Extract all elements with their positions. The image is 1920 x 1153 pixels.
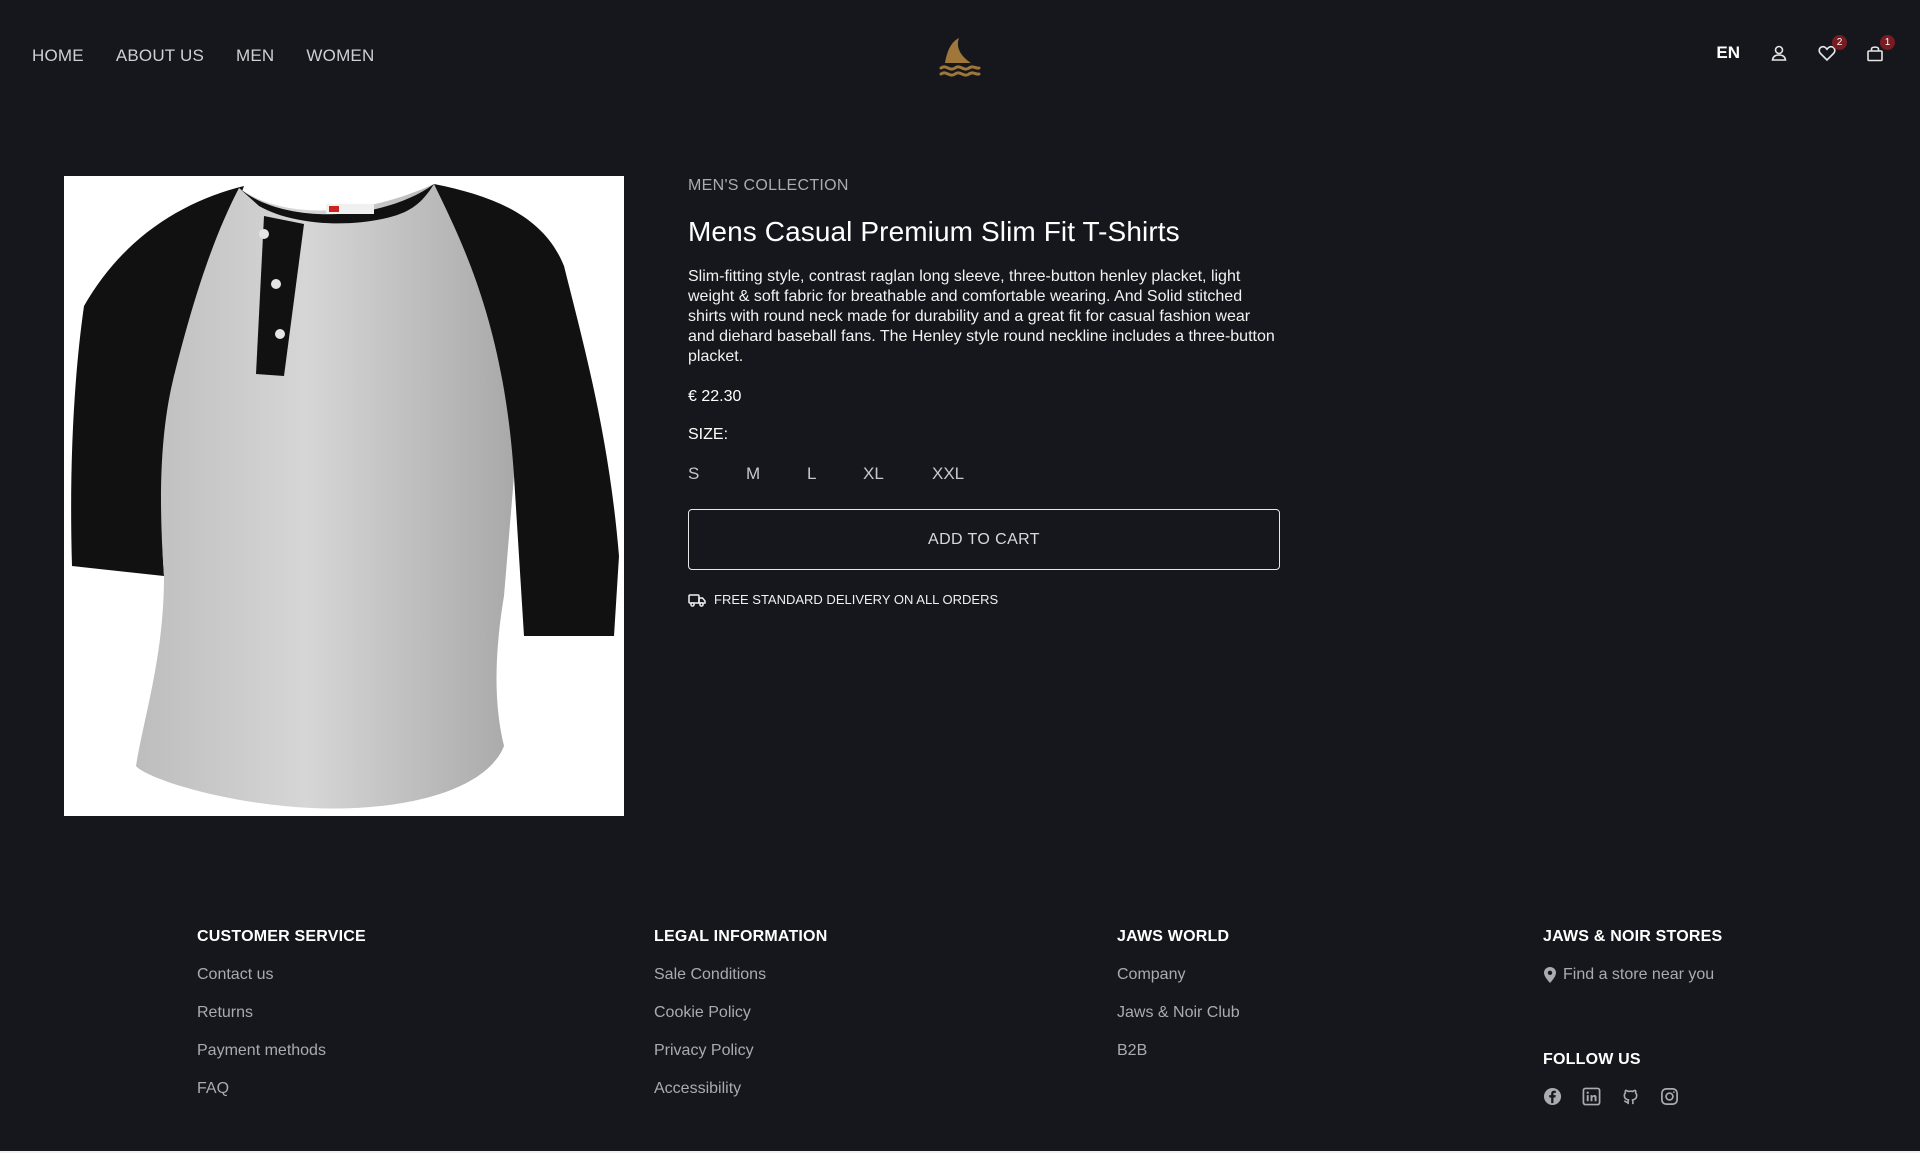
size-option-s[interactable]: S xyxy=(688,464,746,484)
product-info: MEN'S COLLECTION Mens Casual Premium Sli… xyxy=(688,176,1280,607)
product-image xyxy=(64,176,624,816)
nav-home[interactable]: HOME xyxy=(32,46,84,66)
footer-link-jaws-noir-club[interactable]: Jaws & Noir Club xyxy=(1117,1004,1240,1022)
wishlist-heart-icon[interactable]: 2 xyxy=(1816,35,1847,64)
footer-link-contact-us[interactable]: Contact us xyxy=(197,966,366,984)
site-footer: CUSTOMER SERVICE Contact us Returns Paym… xyxy=(0,928,1920,1153)
footer-customer-service: CUSTOMER SERVICE Contact us Returns Paym… xyxy=(197,928,366,1118)
find-store-text: Find a store near you xyxy=(1563,966,1715,983)
footer-jaws-world: JAWS WORLD Company Jaws & Noir Club B2B xyxy=(1117,928,1240,1080)
footer-heading-stores: JAWS & NOIR STORES xyxy=(1543,928,1723,945)
size-option-m[interactable]: M xyxy=(746,464,807,484)
footer-link-payment-methods[interactable]: Payment methods xyxy=(197,1042,366,1060)
map-pin-icon xyxy=(1544,967,1556,983)
nav-women[interactable]: WOMEN xyxy=(306,46,374,66)
footer-link-cookie-policy[interactable]: Cookie Policy xyxy=(654,1004,827,1022)
footer-link-privacy-policy[interactable]: Privacy Policy xyxy=(654,1042,827,1060)
facebook-icon[interactable] xyxy=(1543,1087,1562,1111)
footer-link-company[interactable]: Company xyxy=(1117,966,1240,984)
collection-label: MEN'S COLLECTION xyxy=(688,177,849,194)
footer-legal-information: LEGAL INFORMATION Sale Conditions Cookie… xyxy=(654,928,827,1118)
footer-link-b2b[interactable]: B2B xyxy=(1117,1042,1240,1060)
footer-heading-legal: LEGAL INFORMATION xyxy=(654,928,828,945)
delivery-info: FREE STANDARD DELIVERY ON ALL ORDERS xyxy=(688,592,1280,607)
raglan-henley-shirt-image xyxy=(71,184,619,809)
footer-link-returns[interactable]: Returns xyxy=(197,1004,366,1022)
nav-about-us[interactable]: ABOUT US xyxy=(116,46,204,66)
header-actions: EN 2 1 xyxy=(1716,35,1895,64)
user-icon[interactable] xyxy=(1768,42,1790,64)
footer-link-accessibility[interactable]: Accessibility xyxy=(654,1080,827,1098)
size-option-l[interactable]: L xyxy=(807,464,863,484)
linkedin-icon[interactable] xyxy=(1582,1087,1601,1111)
main-nav: HOME ABOUT US MEN WOMEN xyxy=(32,46,374,66)
delivery-truck-icon xyxy=(688,593,706,607)
site-header: HOME ABOUT US MEN WOMEN EN 2 1 xyxy=(0,0,1920,112)
footer-link-faq[interactable]: FAQ xyxy=(197,1080,366,1098)
footer-heading-jaws-world: JAWS WORLD xyxy=(1117,928,1230,945)
github-icon[interactable] xyxy=(1621,1087,1640,1111)
find-store-link[interactable]: Find a store near you xyxy=(1543,966,1722,984)
footer-heading-customer-service: CUSTOMER SERVICE xyxy=(197,928,366,945)
shopping-bag-icon[interactable]: 1 xyxy=(1864,35,1895,64)
size-label: SIZE: xyxy=(688,426,729,443)
delivery-text: FREE STANDARD DELIVERY ON ALL ORDERS xyxy=(714,592,999,607)
size-option-xxl[interactable]: XXL xyxy=(932,464,992,484)
size-option-xl[interactable]: XL xyxy=(863,464,932,484)
nav-men[interactable]: MEN xyxy=(236,46,274,66)
product-price: € 22.30 xyxy=(688,388,742,405)
size-options: S M L XL XXL xyxy=(688,464,1280,484)
footer-link-sale-conditions[interactable]: Sale Conditions xyxy=(654,966,827,984)
shark-fin-logo-icon[interactable] xyxy=(937,33,983,79)
product-title: Mens Casual Premium Slim Fit T-Shirts xyxy=(688,216,1180,247)
instagram-icon[interactable] xyxy=(1660,1087,1679,1111)
footer-heading-follow-us: FOLLOW US xyxy=(1543,1051,1641,1068)
language-selector[interactable]: EN xyxy=(1716,43,1740,63)
social-links xyxy=(1543,1087,1722,1111)
footer-stores: JAWS & NOIR STORES Find a store near you… xyxy=(1543,928,1722,1111)
wishlist-count-badge: 2 xyxy=(1832,35,1847,50)
cart-count-badge: 1 xyxy=(1880,35,1895,50)
add-to-cart-button[interactable]: ADD TO CART xyxy=(688,509,1280,570)
product-description: Slim-fitting style, contrast raglan long… xyxy=(688,268,1275,365)
